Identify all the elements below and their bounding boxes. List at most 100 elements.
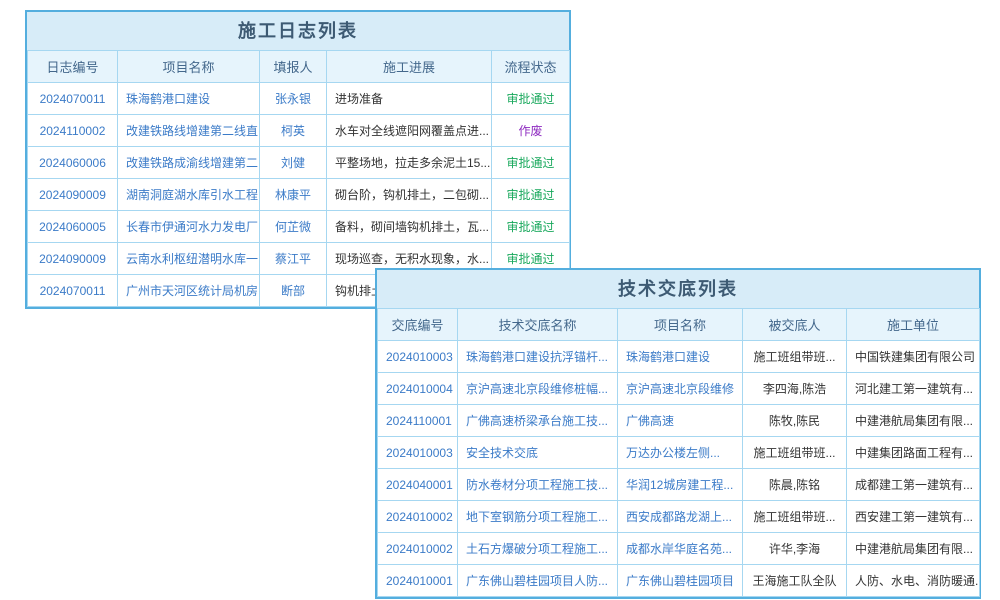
log-status-badge: 审批通过	[492, 211, 570, 243]
log-table-row[interactable]: 2024090009 湖南洞庭湖水库引水工程... 林康平 砌台阶，钩机排土，二…	[28, 179, 570, 211]
log-project-link[interactable]: 长春市伊通河水力发电厂...	[118, 211, 260, 243]
disclosure-id-link[interactable]: 2024010004	[378, 373, 458, 405]
disclosure-id-link[interactable]: 2024110001	[378, 405, 458, 437]
log-col-progress: 施工进展	[327, 51, 492, 83]
technical-disclosure-body: 2024010003 珠海鹤港口建设抗浮锚杆... 珠海鹤港口建设 施工班组带班…	[378, 341, 980, 597]
log-reporter-link[interactable]: 张永银	[260, 83, 327, 115]
disclosure-project-link[interactable]: 华润12城房建工程...	[618, 469, 743, 501]
disclosure-table-row[interactable]: 2024010004 京沪高速北京段维修桩幅... 京沪高速北京段维修 李四海,…	[378, 373, 980, 405]
log-status-badge: 审批通过	[492, 179, 570, 211]
disclosure-name-link[interactable]: 京沪高速北京段维修桩幅...	[458, 373, 618, 405]
disclosure-receiver-cell: 李四海,陈浩	[743, 373, 847, 405]
disclosure-unit-cell: 西安建工第一建筑有...	[847, 501, 980, 533]
log-col-project: 项目名称	[118, 51, 260, 83]
log-reporter-link[interactable]: 何芷微	[260, 211, 327, 243]
log-reporter-link[interactable]: 林康平	[260, 179, 327, 211]
construction-log-panel: 施工日志列表 日志编号 项目名称 填报人 施工进展 流程状态 202407001…	[25, 10, 571, 309]
log-reporter-link[interactable]: 断部	[260, 275, 327, 307]
log-id-link[interactable]: 2024060005	[28, 211, 118, 243]
disclosure-table-row[interactable]: 2024010003 安全技术交底 万达办公楼左侧... 施工班组带班... 中…	[378, 437, 980, 469]
log-project-link[interactable]: 广州市天河区统计局机房...	[118, 275, 260, 307]
log-status-badge: 作废	[492, 115, 570, 147]
disclosure-unit-cell: 中建港航局集团有限...	[847, 533, 980, 565]
construction-log-title: 施工日志列表	[27, 12, 569, 50]
disclosure-col-id: 交底编号	[378, 309, 458, 341]
disclosure-table-row[interactable]: 2024010003 珠海鹤港口建设抗浮锚杆... 珠海鹤港口建设 施工班组带班…	[378, 341, 980, 373]
technical-disclosure-header: 交底编号 技术交底名称 项目名称 被交底人 施工单位	[378, 309, 980, 341]
log-col-status: 流程状态	[492, 51, 570, 83]
log-id-link[interactable]: 2024070011	[28, 275, 118, 307]
log-project-link[interactable]: 珠海鹤港口建设	[118, 83, 260, 115]
log-project-link[interactable]: 改建铁路线增建第二线直...	[118, 115, 260, 147]
disclosure-project-link[interactable]: 京沪高速北京段维修	[618, 373, 743, 405]
log-progress-cell: 砌台阶，钩机排土，二包砌...	[327, 179, 492, 211]
disclosure-id-link[interactable]: 2024040001	[378, 469, 458, 501]
disclosure-table-row[interactable]: 2024010001 广东佛山碧桂园项目人防... 广东佛山碧桂园项目 王海施工…	[378, 565, 980, 597]
log-project-link[interactable]: 湖南洞庭湖水库引水工程...	[118, 179, 260, 211]
disclosure-col-name: 技术交底名称	[458, 309, 618, 341]
disclosure-unit-cell: 河北建工第一建筑有...	[847, 373, 980, 405]
disclosure-receiver-cell: 陈晨,陈铭	[743, 469, 847, 501]
log-table-row[interactable]: 2024060006 改建铁路成渝线增建第二... 刘健 平整场地，拉走多余泥土…	[28, 147, 570, 179]
log-progress-cell: 平整场地，拉走多余泥土15...	[327, 147, 492, 179]
log-id-link[interactable]: 2024090009	[28, 243, 118, 275]
log-reporter-link[interactable]: 柯英	[260, 115, 327, 147]
log-status-badge: 审批通过	[492, 83, 570, 115]
disclosure-name-link[interactable]: 防水卷材分项工程施工技...	[458, 469, 618, 501]
disclosure-table-row[interactable]: 2024040001 防水卷材分项工程施工技... 华润12城房建工程... 陈…	[378, 469, 980, 501]
disclosure-unit-cell: 中国铁建集团有限公司	[847, 341, 980, 373]
disclosure-table-row[interactable]: 2024110001 广佛高速桥梁承台施工技... 广佛高速 陈牧,陈民 中建港…	[378, 405, 980, 437]
disclosure-receiver-cell: 施工班组带班...	[743, 437, 847, 469]
technical-disclosure-table: 交底编号 技术交底名称 项目名称 被交底人 施工单位 2024010003 珠海…	[377, 308, 980, 597]
log-progress-cell: 备料，砌间墙钩机排土，瓦...	[327, 211, 492, 243]
disclosure-project-link[interactable]: 广东佛山碧桂园项目	[618, 565, 743, 597]
log-project-link[interactable]: 改建铁路成渝线增建第二...	[118, 147, 260, 179]
disclosure-project-link[interactable]: 珠海鹤港口建设	[618, 341, 743, 373]
log-reporter-link[interactable]: 蔡江平	[260, 243, 327, 275]
disclosure-unit-cell: 人防、水电、消防暖通...	[847, 565, 980, 597]
construction-log-header: 日志编号 项目名称 填报人 施工进展 流程状态	[28, 51, 570, 83]
disclosure-name-link[interactable]: 广东佛山碧桂园项目人防...	[458, 565, 618, 597]
disclosure-project-link[interactable]: 西安成都路龙湖上...	[618, 501, 743, 533]
disclosure-name-link[interactable]: 安全技术交底	[458, 437, 618, 469]
disclosure-unit-cell: 成都建工第一建筑有...	[847, 469, 980, 501]
disclosure-receiver-cell: 许华,李海	[743, 533, 847, 565]
disclosure-id-link[interactable]: 2024010003	[378, 341, 458, 373]
log-status-badge: 审批通过	[492, 147, 570, 179]
disclosure-id-link[interactable]: 2024010002	[378, 501, 458, 533]
disclosure-receiver-cell: 陈牧,陈民	[743, 405, 847, 437]
disclosure-name-link[interactable]: 广佛高速桥梁承台施工技...	[458, 405, 618, 437]
disclosure-project-link[interactable]: 万达办公楼左侧...	[618, 437, 743, 469]
disclosure-table-row[interactable]: 2024010002 土石方爆破分项工程施工... 成都水岸华庭名苑... 许华…	[378, 533, 980, 565]
log-table-row[interactable]: 2024060005 长春市伊通河水力发电厂... 何芷微 备料，砌间墙钩机排土…	[28, 211, 570, 243]
disclosure-col-project: 项目名称	[618, 309, 743, 341]
technical-disclosure-panel: 技术交底列表 交底编号 技术交底名称 项目名称 被交底人 施工单位 202401…	[375, 268, 981, 599]
disclosure-unit-cell: 中建集团路面工程有...	[847, 437, 980, 469]
disclosure-name-link[interactable]: 珠海鹤港口建设抗浮锚杆...	[458, 341, 618, 373]
log-id-link[interactable]: 2024110002	[28, 115, 118, 147]
disclosure-col-unit: 施工单位	[847, 309, 980, 341]
disclosure-table-row[interactable]: 2024010002 地下室钢筋分项工程施工... 西安成都路龙湖上... 施工…	[378, 501, 980, 533]
log-col-reporter: 填报人	[260, 51, 327, 83]
log-reporter-link[interactable]: 刘健	[260, 147, 327, 179]
disclosure-receiver-cell: 施工班组带班...	[743, 341, 847, 373]
disclosure-col-receiver: 被交底人	[743, 309, 847, 341]
disclosure-project-link[interactable]: 广佛高速	[618, 405, 743, 437]
disclosure-id-link[interactable]: 2024010001	[378, 565, 458, 597]
log-col-id: 日志编号	[28, 51, 118, 83]
disclosure-id-link[interactable]: 2024010003	[378, 437, 458, 469]
disclosure-project-link[interactable]: 成都水岸华庭名苑...	[618, 533, 743, 565]
log-id-link[interactable]: 2024090009	[28, 179, 118, 211]
log-progress-cell: 进场准备	[327, 83, 492, 115]
disclosure-receiver-cell: 施工班组带班...	[743, 501, 847, 533]
disclosure-receiver-cell: 王海施工队全队	[743, 565, 847, 597]
log-table-row[interactable]: 2024110002 改建铁路线增建第二线直... 柯英 水车对全线遮阳网覆盖点…	[28, 115, 570, 147]
log-id-link[interactable]: 2024060006	[28, 147, 118, 179]
log-project-link[interactable]: 云南水利枢纽潜明水库一...	[118, 243, 260, 275]
log-table-row[interactable]: 2024070011 珠海鹤港口建设 张永银 进场准备 审批通过	[28, 83, 570, 115]
disclosure-name-link[interactable]: 地下室钢筋分项工程施工...	[458, 501, 618, 533]
disclosure-id-link[interactable]: 2024010002	[378, 533, 458, 565]
log-progress-cell: 水车对全线遮阳网覆盖点进...	[327, 115, 492, 147]
disclosure-name-link[interactable]: 土石方爆破分项工程施工...	[458, 533, 618, 565]
log-id-link[interactable]: 2024070011	[28, 83, 118, 115]
